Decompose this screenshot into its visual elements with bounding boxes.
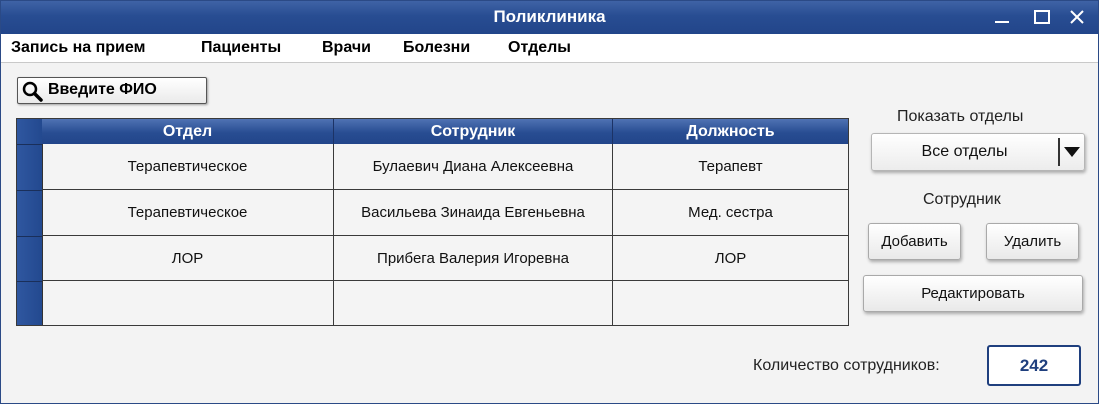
app-window: Поликлиника Запись на прием Пациенты Вра… xyxy=(0,0,1099,404)
search-placeholder: Введите ФИО xyxy=(48,81,157,98)
table-cell[interactable]: Терапевтическое xyxy=(42,190,334,236)
table-cell[interactable]: Терапевт xyxy=(613,144,848,190)
delete-employee-button[interactable]: Удалить xyxy=(986,223,1079,260)
menu-item-patients[interactable]: Пациенты xyxy=(201,39,281,57)
employees-table: Отдел Сотрудник Должность Терапевтическо… xyxy=(16,118,849,326)
title-bar: Поликлиника xyxy=(1,1,1098,34)
menu-bar: Запись на прием Пациенты Врачи Болезни О… xyxy=(1,34,1098,63)
maximize-icon[interactable] xyxy=(1031,6,1053,28)
table-cell[interactable] xyxy=(42,281,334,325)
column-header-position[interactable]: Должность xyxy=(613,119,848,144)
edit-employee-button[interactable]: Редактировать xyxy=(863,275,1083,312)
dropdown-separator xyxy=(1058,138,1060,166)
table-cell[interactable]: Булаевич Диана Алексеевна xyxy=(334,144,613,190)
menu-item-departments[interactable]: Отделы xyxy=(508,39,571,57)
table-cell[interactable] xyxy=(613,281,848,325)
add-employee-button[interactable]: Добавить xyxy=(868,223,961,260)
department-filter-select[interactable]: Все отделы xyxy=(871,133,1085,171)
row-header-column xyxy=(17,119,43,325)
table-header: Отдел Сотрудник Должность xyxy=(42,119,848,144)
column-header-department[interactable]: Отдел xyxy=(42,119,334,144)
menu-item-appointments[interactable]: Запись на прием xyxy=(11,39,145,57)
menu-item-diseases[interactable]: Болезни xyxy=(403,39,470,57)
menu-item-doctors[interactable]: Врачи xyxy=(322,39,371,57)
table-cell[interactable]: Мед. сестра xyxy=(613,190,848,236)
close-icon[interactable] xyxy=(1066,6,1088,28)
employee-count-label: Количество сотрудников: xyxy=(753,357,940,374)
chevron-down-icon[interactable] xyxy=(1063,146,1081,158)
table-cell[interactable]: Терапевтическое xyxy=(42,144,334,190)
employee-count-value: 242 xyxy=(987,345,1081,386)
table-cell[interactable]: ЛОР xyxy=(613,236,848,281)
minimize-icon[interactable] xyxy=(991,6,1013,28)
table-cell[interactable]: Васильева Зинаида Евгеньевна xyxy=(334,190,613,236)
table-cell[interactable] xyxy=(334,281,613,325)
search-icon xyxy=(22,81,43,102)
column-header-employee[interactable]: Сотрудник xyxy=(334,119,613,144)
search-input[interactable]: Введите ФИО xyxy=(17,77,207,104)
department-filter-value: Все отделы xyxy=(921,143,1008,160)
table-cell[interactable]: ЛОР xyxy=(42,236,334,281)
filter-label: Показать отделы xyxy=(897,108,1024,125)
table-cell[interactable]: Прибега Валерия Игоревна xyxy=(334,236,613,281)
employee-section-label: Сотрудник xyxy=(923,191,1001,208)
window-title: Поликлиника xyxy=(493,7,606,26)
